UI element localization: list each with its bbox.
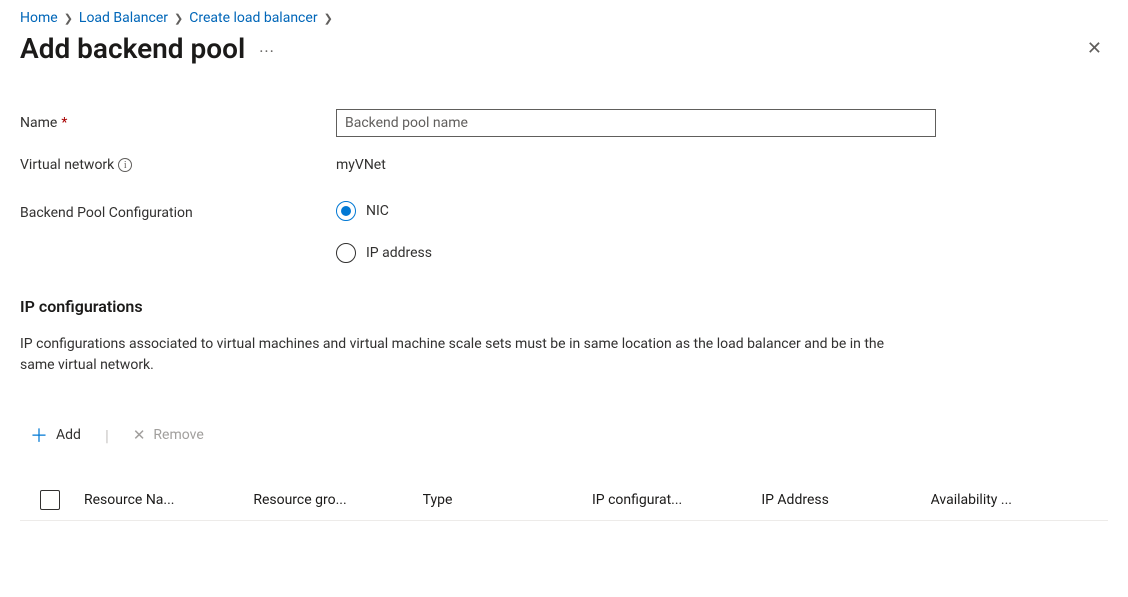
radio-ip[interactable]: IP address <box>336 243 936 263</box>
select-all-checkbox[interactable] <box>40 490 60 510</box>
ip-config-heading: IP configurations <box>20 297 1108 316</box>
close-icon[interactable]: ✕ <box>1081 32 1108 65</box>
vnet-label: Virtual network i <box>20 151 336 173</box>
plus-icon: ＋ <box>30 422 48 448</box>
radio-ip-label: IP address <box>366 245 432 261</box>
page-title: Add backend pool <box>20 32 245 65</box>
col-type[interactable]: Type <box>423 492 592 508</box>
vnet-value: myVNet <box>336 151 936 173</box>
table-header-row: Resource Na... Resource gro... Type IP c… <box>20 480 1108 521</box>
breadcrumb-link-loadbalancer[interactable]: Load Balancer <box>79 10 168 26</box>
chevron-right-icon: ❯ <box>324 12 333 25</box>
remove-button-label: Remove <box>153 427 203 443</box>
chevron-right-icon: ❯ <box>174 12 183 25</box>
col-ip-config[interactable]: IP configurat... <box>592 492 761 508</box>
add-button-label: Add <box>56 427 81 443</box>
name-label-text: Name <box>20 115 57 131</box>
breadcrumb-link-home[interactable]: Home <box>20 10 58 26</box>
radio-selected-icon <box>336 201 356 221</box>
col-resource-group[interactable]: Resource gro... <box>253 492 422 508</box>
col-resource-name[interactable]: Resource Na... <box>84 492 253 508</box>
breadcrumb-link-create[interactable]: Create load balancer <box>189 10 317 26</box>
title-row: Add backend pool ··· ✕ <box>20 32 1108 65</box>
ip-config-desc: IP configurations associated to virtual … <box>20 334 920 376</box>
x-icon: ✕ <box>133 426 146 444</box>
name-label: Name * <box>20 109 336 131</box>
toolbar-separator: | <box>105 426 109 445</box>
add-button[interactable]: ＋ Add <box>20 418 91 452</box>
remove-button: ✕ Remove <box>123 422 214 448</box>
config-label-text: Backend Pool Configuration <box>20 205 193 221</box>
name-input[interactable] <box>336 109 936 137</box>
col-availability[interactable]: Availability ... <box>931 492 1100 508</box>
radio-nic[interactable]: NIC <box>336 201 936 221</box>
radio-unselected-icon <box>336 243 356 263</box>
chevron-right-icon: ❯ <box>64 12 73 25</box>
radio-nic-label: NIC <box>366 203 389 219</box>
config-label: Backend Pool Configuration <box>20 199 336 221</box>
info-icon[interactable]: i <box>118 158 132 172</box>
vnet-label-text: Virtual network <box>20 157 114 173</box>
col-ip-address[interactable]: IP Address <box>761 492 930 508</box>
required-icon: * <box>61 115 67 131</box>
table-toolbar: ＋ Add | ✕ Remove <box>20 418 1108 452</box>
more-icon[interactable]: ··· <box>259 36 275 61</box>
breadcrumb: Home ❯ Load Balancer ❯ Create load balan… <box>20 10 1108 26</box>
